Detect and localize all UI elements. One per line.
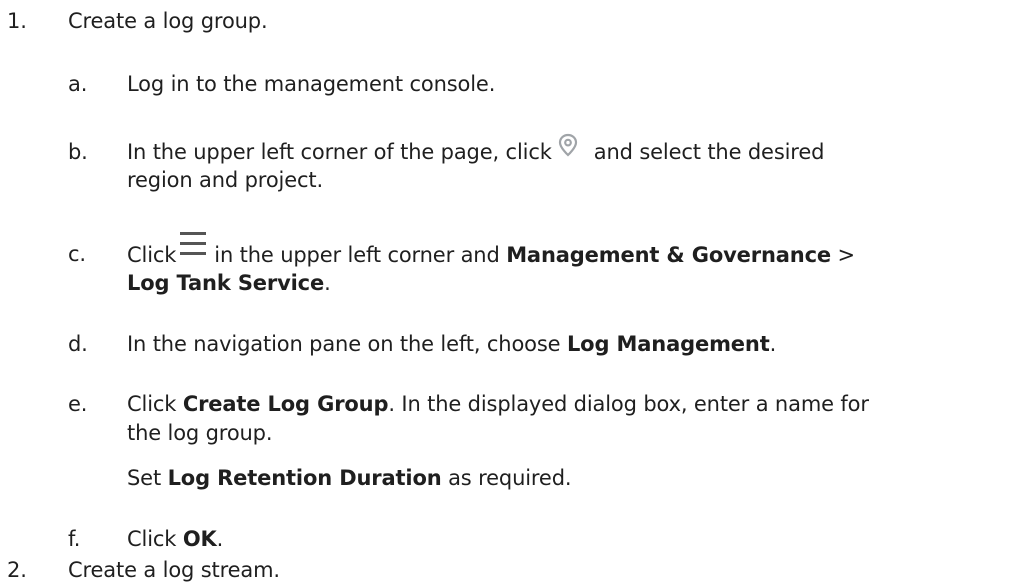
substep-text-part: Click (127, 392, 177, 416)
document-page: { "steps": [ { "number": "1.", "text": "… (0, 0, 1033, 583)
substep-letter: e. (68, 392, 88, 416)
bold-term: Log Management (566, 332, 770, 356)
substep-text-part: Click (127, 243, 177, 267)
substep-text-part: . (769, 332, 777, 356)
bold-term: Create Log Group (182, 392, 389, 416)
step-number: 1. (7, 9, 27, 33)
substep-text-part: in the upper left corner and (214, 243, 500, 267)
substep-text-line: Click OK. (127, 526, 223, 552)
substep-letter: d. (68, 332, 88, 356)
substep-text-line: Click in the upper left corner and Manage… (127, 232, 856, 271)
bold-term: OK (182, 527, 217, 551)
bold-term: Management & Governance (506, 243, 831, 267)
substep-text-part: region and project. (127, 168, 323, 192)
substep-text-part: In the navigation pane on the left, choo… (127, 332, 561, 356)
substep-text-line: Set Log Retention Duration as required. (127, 465, 572, 491)
substep-text-part: > (837, 243, 856, 267)
step-text: Create a log group. (68, 9, 268, 33)
substep-text-part: In the upper left corner of the page, cl… (127, 140, 552, 164)
substep-text-line: Log Tank Service. (127, 270, 331, 296)
substep-letter: b. (68, 140, 88, 164)
substep-text: Log in to the management console. (127, 72, 496, 96)
substep-text-part: and select the desired (593, 140, 825, 164)
location-pin-icon (556, 132, 580, 158)
hamburger-menu-icon (180, 229, 207, 259)
substep-text-part: as required. (448, 466, 572, 490)
substep-text-part: the log group. (127, 421, 273, 445)
substep-text-part: . (324, 271, 331, 295)
substep-text-part: . (216, 527, 224, 551)
substep-text-part: . In the displayed dialog box, enter a n… (388, 392, 869, 416)
substep-text-line: In the navigation pane on the left, choo… (127, 331, 776, 357)
substep-letter: c. (68, 242, 86, 266)
substep-text-line: In the upper left corner of the page, cl… (127, 133, 825, 166)
substep-letter: a. (68, 72, 88, 96)
substep-text-line: Click Create Log Group. In the displayed… (127, 391, 869, 417)
bold-term: Log Retention Duration (167, 466, 442, 490)
bold-term: Log Tank Service (127, 271, 325, 295)
step-text: Create a log stream. (68, 558, 280, 582)
substep-text-part: Set (127, 466, 162, 490)
substep-text-part: Click (127, 527, 177, 551)
step-number: 2. (7, 558, 27, 582)
substep-letter: f. (68, 527, 81, 551)
